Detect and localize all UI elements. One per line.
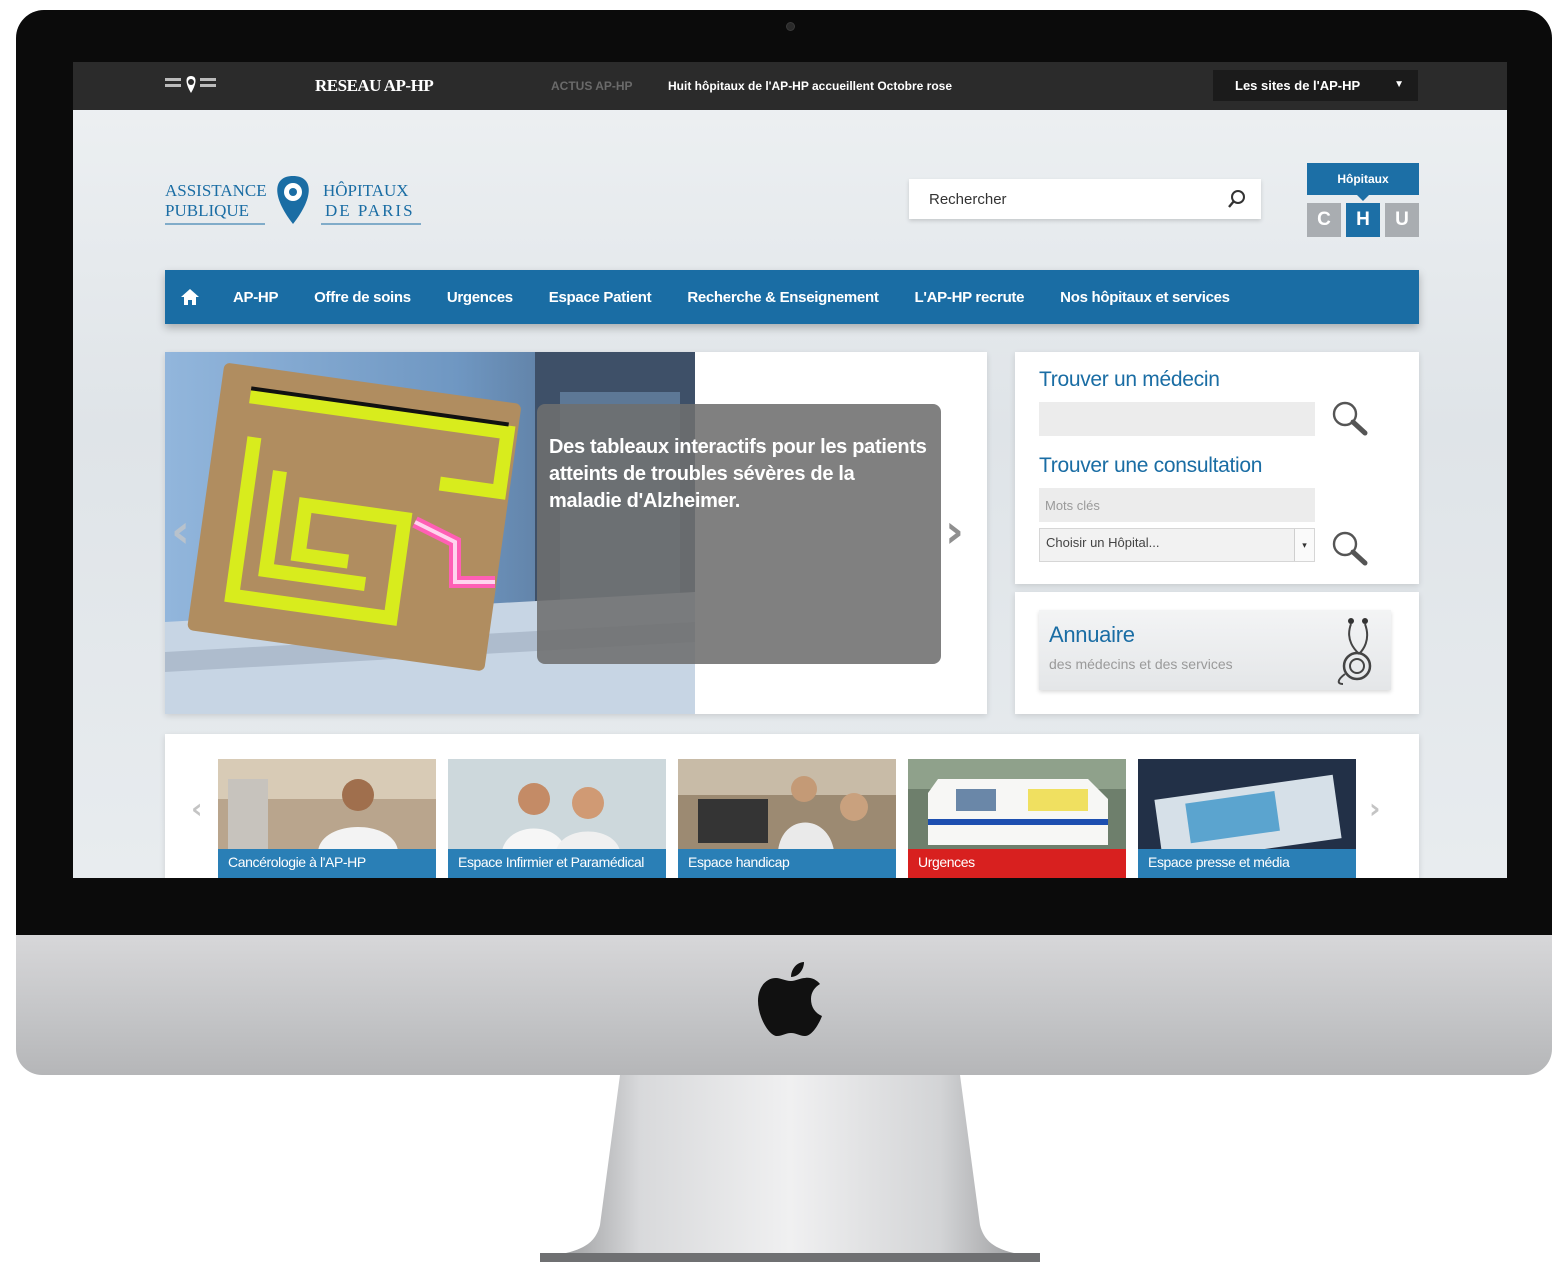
aphp-small-logo[interactable] bbox=[165, 73, 217, 97]
magnifier-icon[interactable] bbox=[1327, 398, 1371, 438]
select-arrow-icon: ▾ bbox=[1294, 529, 1314, 561]
nav-item-urgences[interactable]: Urgences bbox=[429, 289, 531, 306]
chu-letter-u[interactable]: U bbox=[1385, 203, 1419, 237]
directory-button[interactable]: Annuaire des médecins et des services bbox=[1039, 610, 1391, 690]
directory-subtitle: des médecins et des services bbox=[1049, 656, 1233, 672]
site-search bbox=[909, 179, 1261, 219]
nav-item-offre-de-soins[interactable]: Offre de soins bbox=[296, 289, 429, 306]
tile-espace-presse[interactable]: Espace presse et média bbox=[1138, 759, 1356, 878]
home-icon bbox=[181, 289, 199, 305]
tile-image bbox=[218, 759, 436, 851]
nav-item-aphp[interactable]: AP-HP bbox=[215, 289, 296, 306]
logo-text-assistance: ASSISTANCE bbox=[165, 181, 267, 200]
apple-logo bbox=[758, 962, 822, 1036]
tile-image bbox=[448, 759, 666, 851]
find-consultation-title: Trouver une consultation bbox=[1039, 454, 1263, 477]
finder-panel: Trouver un médecin Trouver une consultat… bbox=[1015, 352, 1419, 584]
camera bbox=[786, 22, 795, 31]
nav-item-recherche[interactable]: Recherche & Enseignement bbox=[669, 289, 896, 306]
hospital-select-value: Choisir un Hôpital... bbox=[1046, 535, 1160, 550]
slide-caption[interactable]: Des tableaux interactifs pour les patien… bbox=[549, 434, 929, 515]
home-button[interactable] bbox=[165, 270, 215, 324]
logo-text-hopitaux: HÔPITAUX bbox=[323, 181, 409, 200]
tile-label: Urgences bbox=[908, 849, 1126, 878]
carousel-prev-arrow[interactable]: ‹ bbox=[191, 792, 203, 825]
news-label: ACTUS AP-HP bbox=[551, 79, 633, 93]
news-ticker-link[interactable]: Huit hôpitaux de l'AP-HP accueillent Oct… bbox=[668, 79, 952, 93]
aphp-logo[interactable]: ASSISTANCE PUBLIQUE HÔPITAUX DE PARIS bbox=[165, 172, 425, 232]
chu-letter-h[interactable]: H bbox=[1346, 203, 1380, 237]
tile-image bbox=[678, 759, 896, 851]
search-icon[interactable] bbox=[1227, 189, 1247, 209]
browser-screen: RESEAU AP-HP ACTUS AP-HP Huit hôpitaux d… bbox=[73, 62, 1507, 878]
directory-title: Annuaire bbox=[1049, 622, 1135, 647]
tile-urgences[interactable]: Urgences bbox=[908, 759, 1126, 878]
tile-label: Espace presse et média bbox=[1138, 849, 1356, 878]
tile-cancerologie[interactable]: Cancérologie à l'AP-HP bbox=[218, 759, 436, 878]
quick-links-carousel: ‹ Cancérologie à l'AP-HP Espace Infirmie… bbox=[165, 734, 1419, 878]
find-doctor-title: Trouver un médecin bbox=[1039, 368, 1220, 391]
consultation-magnifier-icon[interactable] bbox=[1327, 528, 1371, 568]
chu-letter-c[interactable]: C bbox=[1307, 203, 1341, 237]
slider-next-arrow[interactable]: › bbox=[945, 504, 964, 558]
hospitals-label[interactable]: Hôpitaux bbox=[1307, 163, 1419, 201]
tile-label: Espace handicap bbox=[678, 849, 896, 878]
nav-item-recrute[interactable]: L'AP-HP recrute bbox=[897, 289, 1043, 306]
nav-item-hopitaux[interactable]: Nos hôpitaux et services bbox=[1042, 289, 1248, 306]
tile-espace-infirmier[interactable]: Espace Infirmier et Paramédical bbox=[448, 759, 666, 878]
search-input[interactable] bbox=[909, 179, 1209, 219]
hospital-select[interactable]: Choisir un Hôpital... ▾ bbox=[1039, 528, 1315, 562]
tile-image bbox=[908, 759, 1126, 851]
doctor-search-input[interactable] bbox=[1039, 402, 1315, 436]
tile-image bbox=[1138, 759, 1356, 851]
tile-label: Cancérologie à l'AP-HP bbox=[218, 849, 436, 878]
stethoscope-icon bbox=[1337, 618, 1372, 685]
top-network-bar: RESEAU AP-HP ACTUS AP-HP Huit hôpitaux d… bbox=[73, 62, 1507, 110]
sites-dropdown-label: Les sites de l'AP-HP bbox=[1235, 78, 1361, 93]
directory-panel: Annuaire des médecins et des services bbox=[1015, 592, 1419, 714]
slider-prev-arrow[interactable]: ‹ bbox=[171, 504, 190, 558]
chevron-down-icon: ▼ bbox=[1394, 79, 1404, 90]
main-nav: AP-HP Offre de soins Urgences Espace Pat… bbox=[165, 270, 1419, 324]
network-label[interactable]: RESEAU AP-HP bbox=[315, 76, 434, 96]
tile-label: Espace Infirmier et Paramédical bbox=[448, 849, 666, 878]
logo-text-publique: PUBLIQUE bbox=[165, 201, 249, 220]
logo-text-paris: DE PARIS bbox=[325, 201, 415, 220]
tile-espace-handicap[interactable]: Espace handicap bbox=[678, 759, 896, 878]
keywords-input[interactable] bbox=[1039, 488, 1315, 522]
hero-slider: Des tableaux interactifs pour les patien… bbox=[165, 352, 987, 714]
sites-dropdown[interactable]: Les sites de l'AP-HP ▼ bbox=[1213, 70, 1418, 101]
nav-item-espace-patient[interactable]: Espace Patient bbox=[531, 289, 670, 306]
monitor-stand bbox=[540, 1075, 1040, 1262]
carousel-next-arrow[interactable]: › bbox=[1369, 792, 1381, 825]
